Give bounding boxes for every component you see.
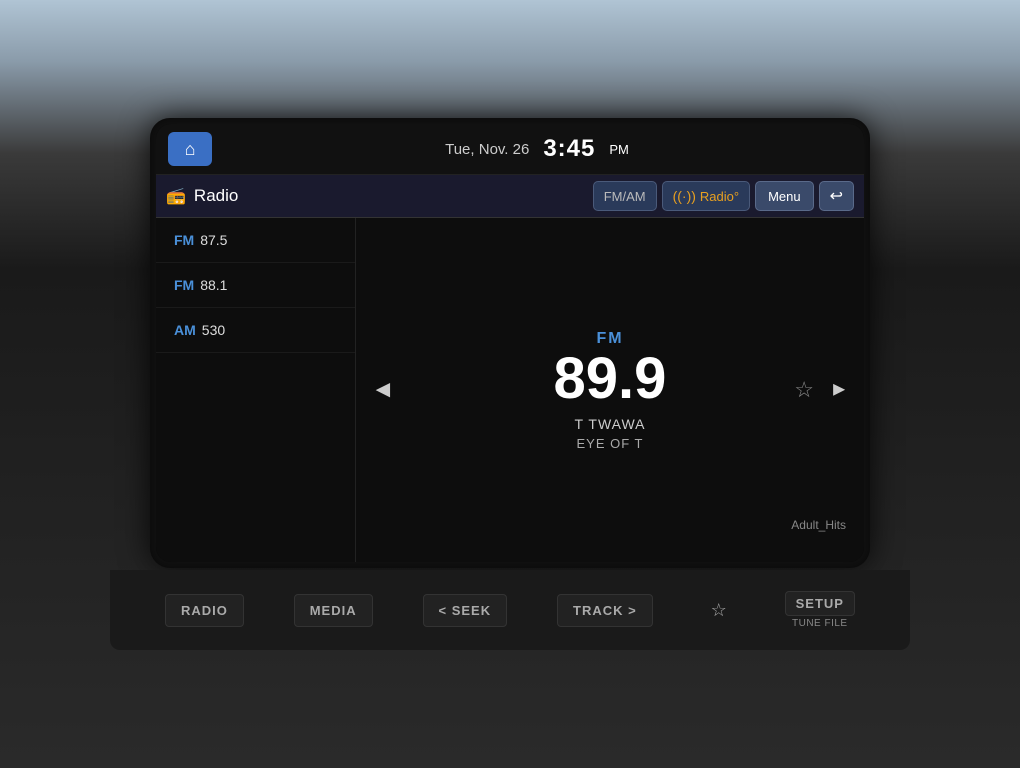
back-button[interactable]: ↩ <box>819 181 854 211</box>
setup-phys-button[interactable]: SETUP <box>785 591 855 616</box>
hd-radio-button[interactable]: ((·)) Radio° <box>662 181 750 211</box>
car-background: ⌂ Tue, Nov. 26 3:45 PM 📻 Radio FM/AM ((· <box>0 0 1020 768</box>
top-bar: ⌂ Tue, Nov. 26 3:45 PM <box>156 124 864 175</box>
screen-bezel: ⌂ Tue, Nov. 26 3:45 PM 📻 Radio FM/AM ((· <box>150 118 870 568</box>
radio-icon: 📻 <box>166 186 186 206</box>
hd-icon: ((·)) <box>673 188 696 204</box>
song-title: EYE OF T <box>554 436 667 451</box>
physical-buttons-row: RADIO MEdIA < SEEK TRACK > ☆ SETUP TUNE … <box>110 570 910 650</box>
favorite-button[interactable]: ☆ <box>794 377 814 403</box>
time-text: 3:45 <box>543 135 595 163</box>
radio-title: Radio <box>194 186 238 206</box>
radio-phys-button[interactable]: RADIO <box>165 594 244 627</box>
station-band-1: FM <box>174 232 194 248</box>
media-phys-button[interactable]: MEdIA <box>294 594 373 627</box>
nav-right-button[interactable]: ► <box>829 379 849 402</box>
seek-phys-button[interactable]: < SEEK <box>423 594 508 627</box>
fmam-button[interactable]: FM/AM <box>593 181 657 211</box>
track-phys-button[interactable]: TRACK > <box>557 594 653 627</box>
station-freq-3: 530 <box>202 322 225 338</box>
ampm-text: PM <box>609 142 629 157</box>
station-freq-1: 87.5 <box>200 232 227 248</box>
star-phys-button[interactable]: ☆ <box>703 592 735 629</box>
tune-file-label: TUNE FILE <box>792 618 848 629</box>
station-freq-2: 88.1 <box>200 277 227 293</box>
now-playing-panel: ◄ FM 89.9 T TWAWA EYE OF T ☆ ► Adult_Hit… <box>356 218 864 562</box>
station-item-2[interactable]: FM 88.1 <box>156 263 355 308</box>
station-list: FM 87.5 FM 88.1 AM 530 <box>156 218 356 562</box>
main-content: FM 87.5 FM 88.1 AM 530 ◄ <box>156 218 864 562</box>
button-group: FM/AM ((·)) Radio° Menu ↩ <box>593 181 854 211</box>
station-name: T TWAWA <box>554 416 667 432</box>
genre-label: Adult_Hits <box>791 518 846 532</box>
now-playing-info: FM 89.9 T TWAWA EYE OF T <box>554 330 667 451</box>
infotainment-screen: ⌂ Tue, Nov. 26 3:45 PM 📻 Radio FM/AM ((· <box>156 124 864 562</box>
station-band-3: AM <box>174 322 196 338</box>
setup-group: SETUP TUNE FILE <box>785 591 855 629</box>
station-item-3[interactable]: AM 530 <box>156 308 355 353</box>
hd-radio-label: Radio° <box>700 189 739 204</box>
title-bar: 📻 Radio FM/AM ((·)) Radio° Menu ↩ <box>156 175 864 218</box>
nav-left-button[interactable]: ◄ <box>371 376 395 404</box>
menu-button[interactable]: Menu <box>755 181 814 211</box>
frequency-display: 89.9 <box>554 350 667 408</box>
radio-label: 📻 Radio <box>166 186 585 206</box>
home-button[interactable]: ⌂ <box>168 132 212 166</box>
home-icon: ⌂ <box>185 139 196 160</box>
band-label: FM <box>554 330 667 348</box>
date-text: Tue, Nov. 26 <box>445 141 529 158</box>
station-item-1[interactable]: FM 87.5 <box>156 218 355 263</box>
date-time-display: Tue, Nov. 26 3:45 PM <box>222 135 852 163</box>
station-band-2: FM <box>174 277 194 293</box>
